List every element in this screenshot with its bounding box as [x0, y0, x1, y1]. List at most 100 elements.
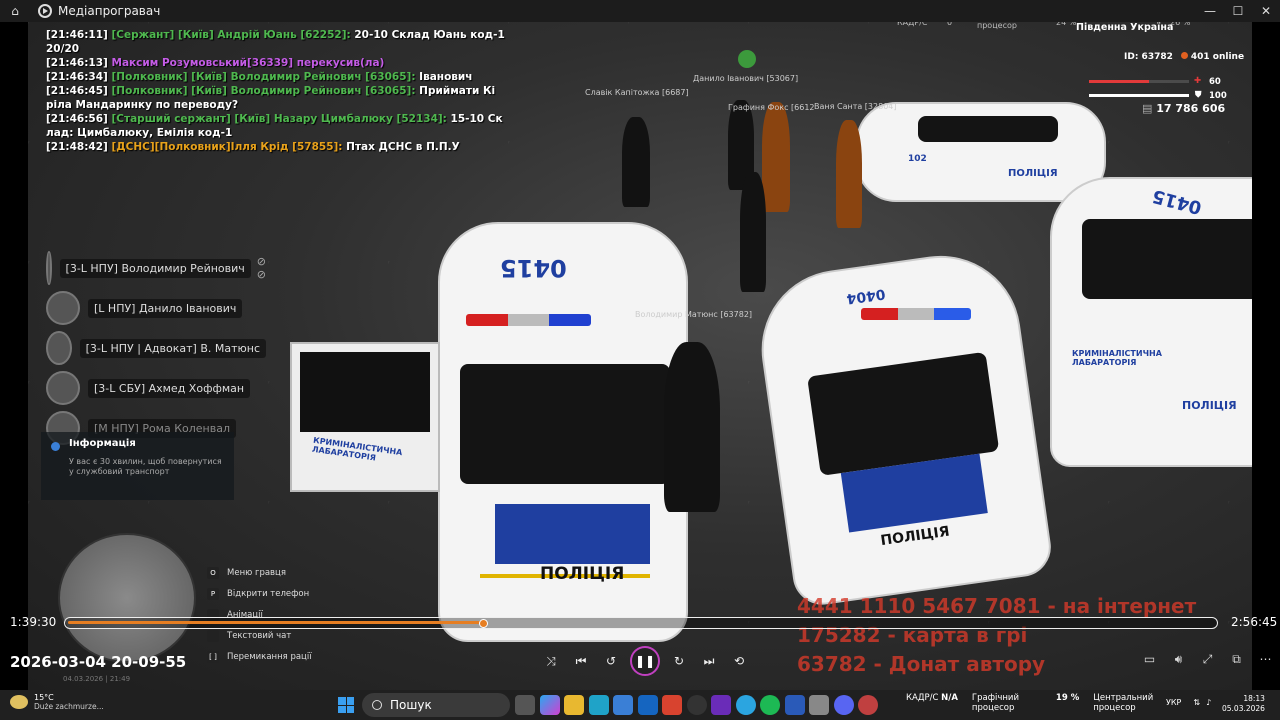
store-icon[interactable]: [613, 695, 633, 715]
chat-text: 20-10 Склад Юань код-1: [354, 29, 505, 41]
chat-timestamp: [21:46:11]: [46, 29, 108, 41]
task-view-icon[interactable]: [515, 695, 535, 715]
spotify-icon[interactable]: [760, 695, 780, 715]
chat-text: Приймати Кі: [419, 85, 496, 97]
chat-text: 20/20: [46, 43, 80, 55]
network-icon[interactable]: ⇅: [1193, 698, 1200, 707]
seek-handle[interactable]: [478, 619, 488, 628]
chat-timestamp: [21:48:42]: [46, 141, 108, 153]
police-car-top: 102 ПОЛІЦІЯ: [856, 102, 1106, 202]
clock-date: 05.03.2026: [1222, 704, 1265, 713]
server-name: Південна Україна: [1076, 22, 1174, 33]
van-lightbar: [466, 314, 591, 326]
next-icon[interactable]: ⏭: [694, 654, 724, 669]
npc-officer: [622, 117, 650, 207]
player-entry[interactable]: [L НПУ] Данило Іванович: [46, 288, 266, 328]
maximize-button[interactable]: ☐: [1224, 0, 1252, 22]
playback-controls: ⤨ ⏮ ↺ ❚❚ ↻ ⏭ ⟲: [536, 646, 754, 676]
language-indicator[interactable]: УКР: [1166, 698, 1181, 707]
chat-text: Володимир Рейнович [63065]:: [230, 71, 420, 83]
player-name: [3-L НПУ | Адвокат] В. Матюнс: [79, 338, 266, 358]
file-explorer-icon[interactable]: [564, 695, 584, 715]
gpu-label: Графічний процесор: [971, 693, 1019, 713]
chat-line: [21:46:56] [Старший сержант] [Київ] Наза…: [46, 112, 505, 126]
taskbar-apps: [515, 695, 883, 715]
subtitles-icon[interactable]: ▭: [1135, 652, 1164, 667]
start-button[interactable]: [338, 697, 354, 713]
shuffle-icon[interactable]: ⤨: [536, 654, 566, 669]
chat-log: [21:46:11] [Сержант] [Київ] Андрій Юань …: [46, 28, 505, 154]
fps-label: КАДР/С: [906, 693, 939, 703]
seek-bar[interactable]: [64, 617, 1218, 629]
player-avatar: [46, 291, 80, 325]
app-icon[interactable]: [809, 695, 829, 715]
app-icon[interactable]: [711, 695, 731, 715]
chat-text: Максим Розумовський[36339] перекусив(ла): [111, 57, 385, 69]
hotkey-hint: O Меню гравця: [207, 562, 312, 583]
fullscreen-icon[interactable]: ⤢: [1193, 652, 1222, 667]
media-player-icon: [38, 4, 52, 18]
player-entry[interactable]: [3-L НПУ | Адвокат] В. Матюнс: [46, 328, 266, 368]
app-icon[interactable]: [784, 695, 805, 715]
player-avatar: [46, 251, 52, 285]
chat-line: [21:48:42] [ДСНС][Полковник]Ілля Крід [5…: [46, 140, 505, 154]
hotkey-label: Відкрити телефон: [227, 588, 310, 599]
car-plate-label: 0404: [845, 285, 887, 307]
player-entry[interactable]: [3-L СБУ] Ахмед Хоффман: [46, 368, 266, 408]
nametag: Ваня Санта [32804]: [814, 102, 897, 111]
info-notification: Інформація У вас є 30 хвилин, щоб поверн…: [41, 432, 234, 500]
volume-icon[interactable]: 🔊︎: [1164, 652, 1193, 667]
player-entry[interactable]: [3-L НПУ] Володимир Рейнович ⊘ ⊘: [46, 248, 266, 288]
chat-text: Андрій Юань [62252]:: [217, 29, 355, 41]
miniplayer-icon[interactable]: ⧉: [1222, 652, 1251, 667]
home-icon[interactable]: ⌂: [0, 4, 30, 18]
minimize-button[interactable]: —: [1196, 0, 1224, 22]
taskbar-search[interactable]: Пошук: [362, 693, 510, 717]
nametag: Славік Капітожка [6687]: [585, 88, 689, 97]
chat-text: [Старший сержант] [Київ]: [111, 113, 274, 125]
search-label: Пошук: [390, 698, 432, 712]
weather-widget[interactable]: 15°C Duże zachmurze...: [10, 693, 104, 711]
chat-line: [21:46:34] [Полковник] [Київ] Володимир …: [46, 70, 505, 84]
volume-tray-icon[interactable]: ♪: [1206, 698, 1211, 707]
chat-text: Птах ДСНС в П.П.У: [346, 141, 460, 153]
hotkey-label: Перемикання рації: [227, 651, 312, 662]
chat-text: 15-10 Ск: [450, 113, 503, 125]
fps-value: N/A: [941, 693, 958, 703]
chat-text: Володимир Рейнович [63065]:: [230, 85, 420, 97]
hotkey-key: P: [207, 587, 219, 600]
clock[interactable]: 18:13 05.03.2026: [1222, 694, 1265, 714]
player-name: [3-L СБУ] Ахмед Хоффман: [88, 378, 251, 398]
gpu-value: 19 %: [1055, 693, 1080, 703]
van-plate-label: 0415: [500, 254, 567, 282]
outlook-icon[interactable]: [637, 695, 658, 715]
voice-player-list: [3-L НПУ] Володимир Рейнович ⊘ ⊘ [L НПУ] Д…: [46, 248, 266, 448]
window-title: Медіапрогравач: [58, 4, 161, 18]
pause-button[interactable]: ❚❚: [630, 646, 660, 676]
chrome-icon[interactable]: [662, 695, 682, 715]
money-line: ▤ 17 786 606: [1142, 102, 1225, 115]
copilot-icon[interactable]: [539, 695, 560, 715]
more-icon[interactable]: ⋯: [1251, 652, 1280, 667]
github-icon[interactable]: [686, 695, 707, 715]
npc-officer: [740, 172, 766, 292]
rewind-10-icon[interactable]: ↺: [596, 654, 626, 668]
previous-icon[interactable]: ⏮: [566, 654, 596, 669]
van-open-door: КРИМІНАЛІСТИЧНА ЛАБАРАТОРІЯ: [290, 342, 440, 492]
info-text: У вас є 30 хвилин, щоб повернутися у слу…: [69, 457, 222, 476]
repeat-off-icon[interactable]: ⟲: [724, 654, 754, 668]
edge-icon[interactable]: [588, 695, 609, 715]
discord-icon[interactable]: [833, 695, 854, 715]
close-button[interactable]: ✕: [1252, 0, 1280, 22]
armor-bar: [1089, 94, 1189, 97]
media-player-taskbar-icon[interactable]: [858, 695, 878, 715]
forward-30-icon[interactable]: ↻: [664, 654, 694, 668]
chat-text: Іванович: [419, 71, 473, 83]
telegram-icon[interactable]: [735, 695, 756, 715]
npc-firefighter: [762, 102, 790, 212]
voice-indicator-icon: [738, 50, 756, 68]
car-top-police-label: ПОЛІЦІЯ: [1008, 168, 1058, 179]
chat-text: Назару Цимбалюку [52134]:: [273, 113, 451, 125]
health-value: 60: [1209, 77, 1221, 87]
chat-timestamp: [21:46:34]: [46, 71, 108, 83]
